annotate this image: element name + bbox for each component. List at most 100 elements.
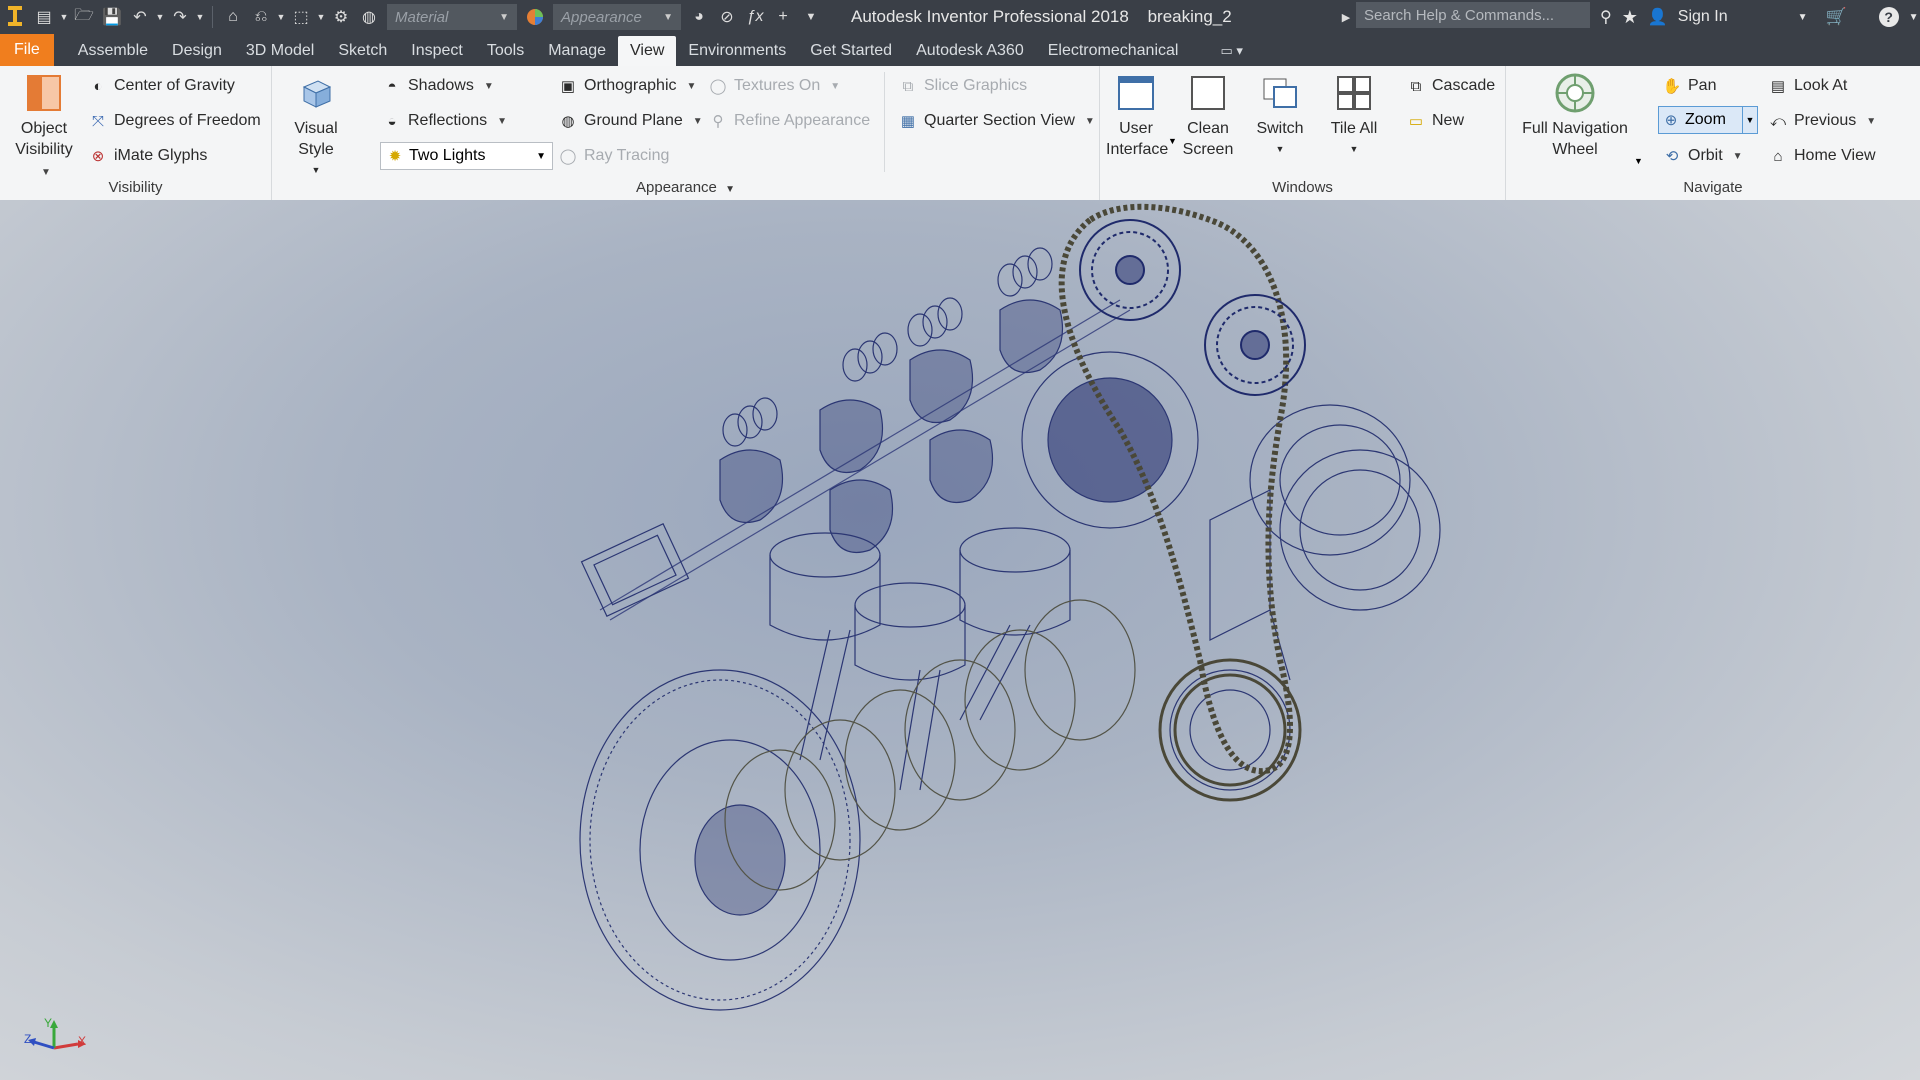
dropdown-arrow-icon[interactable]: ▼	[194, 3, 206, 31]
full-navigation-wheel-button[interactable]: Full Navigation Wheel	[1512, 72, 1638, 160]
cart-icon[interactable]: 🛒	[1826, 7, 1847, 27]
quarter-section-view-label: Quarter Section View	[924, 112, 1075, 129]
look-at-icon: ▤	[1770, 78, 1786, 95]
home-icon[interactable]: ⌂	[219, 3, 247, 31]
clear-appearance-icon[interactable]: ⊘	[713, 3, 741, 31]
degrees-of-freedom-label: Degrees of Freedom	[114, 112, 261, 129]
binoculars-icon[interactable]: ⚲	[1600, 7, 1612, 27]
undo-icon[interactable]: ↶	[126, 3, 154, 31]
select-filter-icon[interactable]: ⬚	[287, 3, 315, 31]
new-file-icon[interactable]: ▤	[30, 3, 58, 31]
lighting-icon: ✹	[388, 148, 402, 165]
chevron-down-icon: ▼	[663, 11, 673, 23]
switch-button[interactable]: Switch ▼	[1250, 72, 1310, 160]
dropdown-arrow-icon[interactable]: ▼	[275, 3, 287, 31]
object-visibility-button[interactable]: Object Visibility ▼	[8, 72, 80, 183]
tab-autodesk-a360[interactable]: Autodesk A360	[904, 36, 1036, 66]
globe-icon[interactable]: ◍	[355, 3, 383, 31]
imate-glyphs-icon: ⊗	[91, 148, 105, 165]
object-visibility-icon	[23, 72, 65, 114]
graphics-viewport[interactable]: X Y Z	[0, 200, 1920, 1080]
sign-in-link[interactable]: Sign In	[1678, 8, 1728, 26]
chevron-down-icon[interactable]: ▼	[1909, 12, 1919, 23]
shadows-button[interactable]: ◓ Shadows ▼	[382, 76, 493, 96]
search-input[interactable]: Search Help & Commands...	[1356, 2, 1590, 28]
full-navigation-wheel-label: Full Navigation Wheel	[1522, 120, 1628, 158]
chevron-down-icon[interactable]: ▼	[1634, 156, 1643, 166]
ground-plane-button[interactable]: ◍ Ground Plane ▼	[558, 111, 702, 131]
tab-file[interactable]: File	[0, 34, 54, 66]
degrees-of-freedom-button[interactable]: ⤧ Degrees of Freedom	[88, 111, 261, 131]
redo-icon[interactable]: ↷	[166, 3, 194, 31]
ribbon-display-options-icon[interactable]: ▭ ▾	[1220, 36, 1242, 66]
update-icon[interactable]: ⚙	[327, 3, 355, 31]
pan-button[interactable]: ✋ Pan	[1662, 76, 1717, 96]
user-interface-button[interactable]: User Interface	[1106, 72, 1168, 160]
triad-z-label: Z	[24, 1032, 32, 1046]
reflections-label: Reflections	[408, 112, 488, 129]
customize-qat-icon[interactable]: ▼	[797, 3, 825, 31]
appearance-placeholder: Appearance	[561, 8, 642, 26]
tab-assemble[interactable]: Assemble	[66, 36, 160, 66]
dropdown-arrow-icon[interactable]: ▼	[58, 3, 70, 31]
tab-design[interactable]: Design	[160, 36, 234, 66]
tile-all-button[interactable]: Tile All ▼	[1326, 72, 1382, 160]
previous-view-button[interactable]: ⤺ Previous ▼	[1768, 111, 1876, 131]
orbit-button[interactable]: ⟲ Orbit ▼	[1662, 146, 1743, 166]
new-window-button[interactable]: ▭ New	[1406, 111, 1464, 131]
degrees-of-freedom-icon: ⤧	[91, 112, 104, 130]
return-icon[interactable]: ⎌	[247, 3, 275, 31]
tab-tools[interactable]: Tools	[475, 36, 536, 66]
pan-label: Pan	[1688, 77, 1717, 94]
tab-inspect[interactable]: Inspect	[399, 36, 475, 66]
lighting-style-select[interactable]: ✹ Two Lights ▼	[380, 142, 553, 170]
visual-style-label: Visual Style	[294, 120, 338, 158]
user-icon: 👤	[1647, 9, 1668, 26]
reflections-button[interactable]: ◒ Reflections ▼	[382, 111, 507, 131]
material-combo[interactable]: Material ▼	[387, 4, 517, 30]
quarter-section-view-button[interactable]: ▦ Quarter Section View ▼	[898, 111, 1095, 131]
dropdown-arrow-icon[interactable]: ▼	[315, 3, 327, 31]
center-of-gravity-button[interactable]: ◐ Center of Gravity	[88, 76, 234, 96]
save-icon[interactable]: 💾	[98, 3, 126, 31]
chevron-down-icon[interactable]: ▼	[1798, 12, 1808, 23]
zoom-split-button[interactable]: ⊕ Zoom ▼	[1658, 106, 1758, 134]
tab-environments[interactable]: Environments	[676, 36, 798, 66]
tab-3d-model[interactable]: 3D Model	[234, 36, 326, 66]
shadows-icon: ◓	[387, 77, 397, 95]
open-folder-icon[interactable]: 🗁	[70, 3, 98, 31]
appearance-combo[interactable]: Appearance ▼	[553, 4, 681, 30]
windows-panel-title: Windows	[1272, 179, 1333, 196]
clean-screen-button[interactable]: Clean Screen	[1180, 72, 1236, 160]
switch-label: Switch	[1256, 120, 1304, 137]
visual-style-button[interactable]: Visual Style ▼	[280, 72, 352, 181]
function-icon[interactable]: ƒx	[741, 3, 769, 31]
plus-icon[interactable]: +	[769, 3, 797, 31]
cascade-button[interactable]: ⧉ Cascade	[1406, 76, 1496, 96]
appearance-panel-title[interactable]: Appearance ▼	[272, 179, 1099, 196]
window-title: Autodesk Inventor Professional 2018 brea…	[851, 7, 1232, 27]
tab-electromechanical[interactable]: Electromechanical	[1036, 36, 1191, 66]
tile-all-icon	[1333, 72, 1375, 114]
inventor-logo-icon[interactable]	[0, 3, 30, 31]
help-icon[interactable]: ?	[1878, 7, 1899, 27]
search-placeholder: Search Help & Commands...	[1364, 6, 1555, 24]
textures-on-label: Textures On	[734, 77, 821, 94]
tab-sketch[interactable]: Sketch	[326, 36, 399, 66]
home-view-button[interactable]: ⌂ Home View	[1768, 146, 1875, 166]
chevron-down-icon[interactable]: ▼	[1742, 107, 1757, 133]
chevron-down-icon[interactable]: ▼	[1168, 136, 1177, 146]
adjust-appearance-icon[interactable]: ◕	[685, 3, 713, 31]
orthographic-button[interactable]: ▣ Orthographic ▼	[558, 76, 697, 96]
dropdown-arrow-icon[interactable]: ▼	[154, 3, 166, 31]
view-triad: X Y Z	[22, 1016, 92, 1075]
look-at-button[interactable]: ▤ Look At	[1768, 76, 1847, 96]
tab-view[interactable]: View	[618, 36, 677, 66]
appearance-separator	[884, 72, 885, 172]
engine-wireframe-model[interactable]	[0, 200, 1920, 1080]
imate-glyphs-button[interactable]: ⊗ iMate Glyphs	[88, 146, 208, 166]
tab-get-started[interactable]: Get Started	[798, 36, 904, 66]
favorites-star-icon[interactable]: ★	[1622, 7, 1638, 28]
visual-style-icon	[295, 72, 337, 114]
tab-manage[interactable]: Manage	[536, 36, 618, 66]
